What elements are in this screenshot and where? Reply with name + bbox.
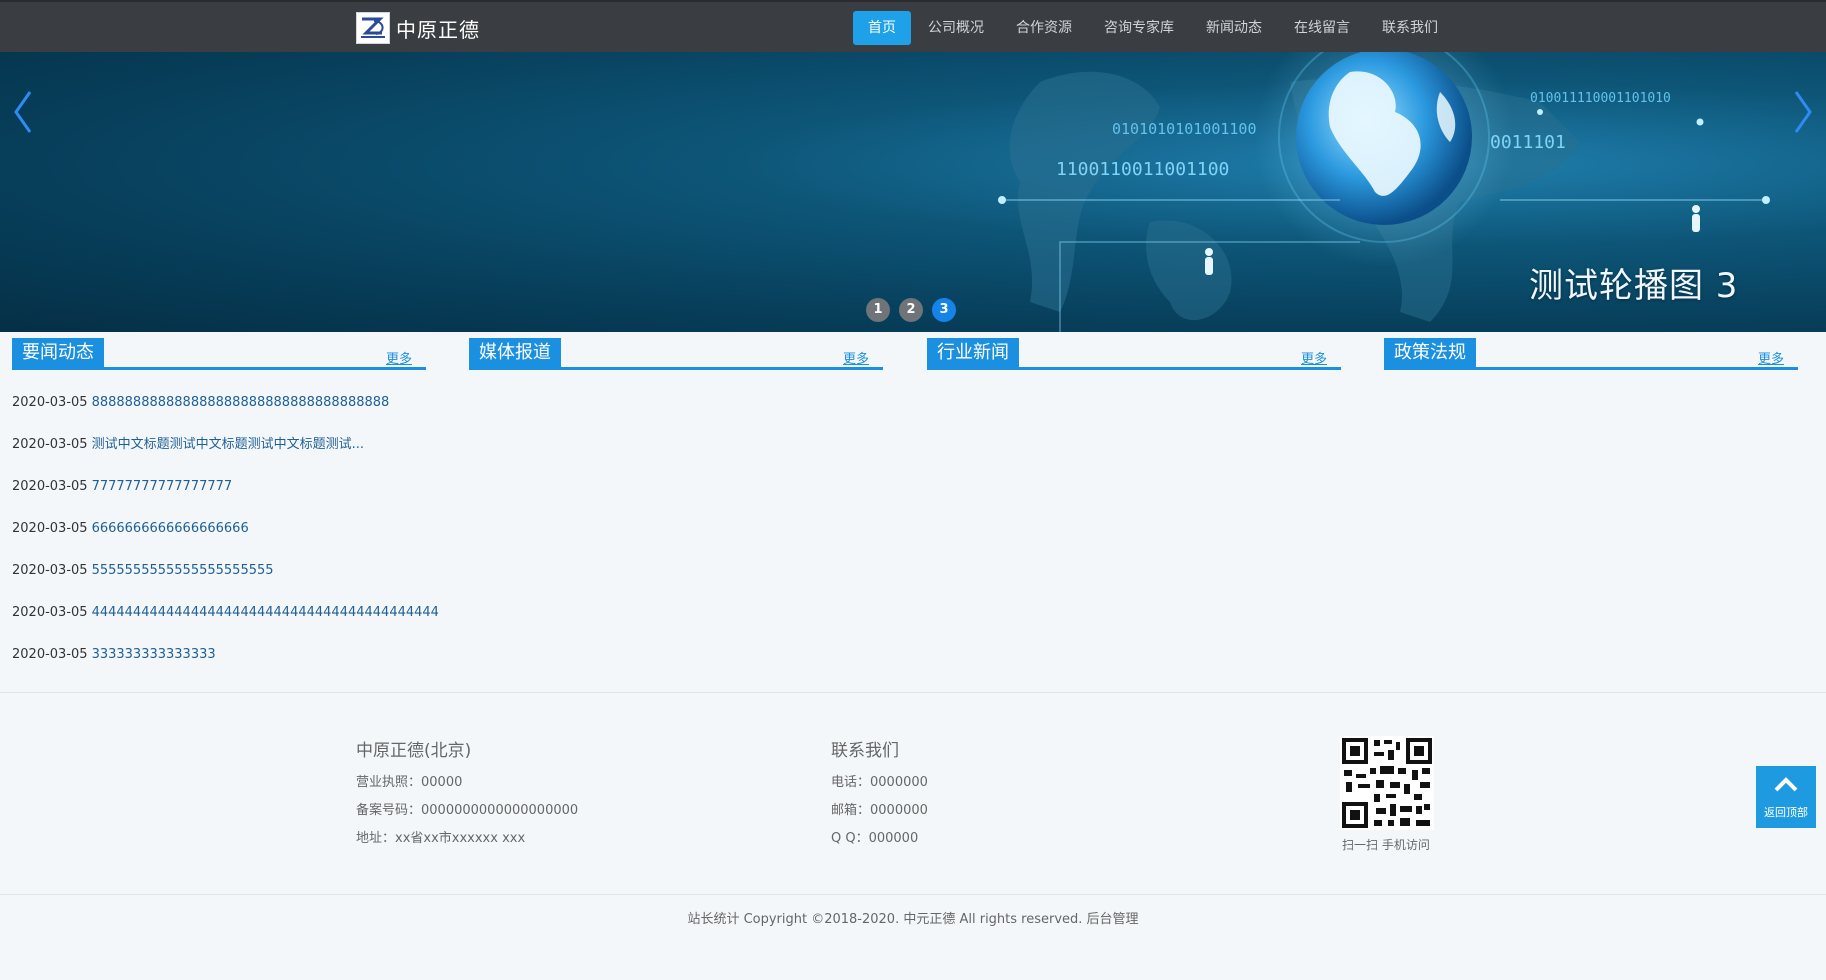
footer-qq: Q Q：000000 xyxy=(831,831,919,846)
news-item[interactable]: 2020-03-05 6666666666666666666 xyxy=(12,522,402,564)
column-header: 政策法规 更多 xyxy=(1384,338,1798,370)
binary-text-3: 010011110001101010 xyxy=(1530,91,1671,106)
footer-company-info: 中原正德(北京) 营业执照：00000 备案号码：000000000000000… xyxy=(356,736,578,857)
news-title-link[interactable]: 4444444444444444444444444444444444444444… xyxy=(92,605,439,620)
news-list: 2020-03-05 888888888888888888888888888888… xyxy=(12,396,439,690)
nav-item-expert-library[interactable]: 咨询专家库 xyxy=(1089,11,1189,45)
column-header: 行业新闻 更多 xyxy=(927,338,1341,370)
news-item[interactable]: 2020-03-05 测试中文标题测试中文标题测试中文标题测试... xyxy=(12,438,402,480)
nav-item-home[interactable]: 首页 xyxy=(853,11,911,45)
news-date: 2020-03-05 xyxy=(12,647,88,662)
news-item[interactable]: 2020-03-05 5555555555555555555555 xyxy=(12,564,402,606)
footer-company-title: 中原正德(北京) xyxy=(356,741,472,761)
nav-item-company-overview[interactable]: 公司概况 xyxy=(913,11,999,45)
nav-item-cooperation-resources[interactable]: 合作资源 xyxy=(1001,11,1087,45)
nav-item-news[interactable]: 新闻动态 xyxy=(1191,11,1277,45)
carousel-caption: 测试轮播图 3 xyxy=(1529,266,1739,306)
column-title: 媒体报道 xyxy=(469,338,561,367)
column-title: 行业新闻 xyxy=(927,338,1019,367)
qr-code-icon xyxy=(1340,736,1434,830)
carousel-dot-2[interactable]: 2 xyxy=(899,298,923,322)
footer-divider-bottom xyxy=(0,894,1826,895)
binary-text-2: 1100110011001100 xyxy=(1056,159,1229,180)
news-item[interactable]: 2020-03-05 444444444444444444444444444444… xyxy=(12,605,439,648)
column-policies: 政策法规 更多 xyxy=(1384,338,1798,370)
brand-name: 中原正德 xyxy=(396,17,480,42)
footer-contact-title: 联系我们 xyxy=(831,741,899,761)
news-item[interactable]: 2020-03-05 333333333333333 xyxy=(12,648,402,690)
footer-contact-info: 联系我们 电话：0000000 邮箱：0000000 Q Q：000000 xyxy=(831,736,928,857)
column-industry-news: 行业新闻 更多 xyxy=(927,338,1341,370)
news-title-link[interactable]: 6666666666666666666 xyxy=(92,521,249,536)
copyright-text: 站长统计 Copyright ©2018-2020. 中元正德 All righ… xyxy=(687,912,1139,927)
news-date: 2020-03-05 xyxy=(12,605,88,620)
carousel-pagination: 1 2 3 xyxy=(866,298,965,322)
back-to-top-button[interactable]: 返回顶部 xyxy=(1756,766,1816,828)
qr-caption: 扫一扫 手机访问 xyxy=(1342,838,1430,852)
news-date: 2020-03-05 xyxy=(12,563,88,578)
column-more-link[interactable]: 更多 xyxy=(386,348,412,367)
binary-text-4: 0011101 xyxy=(1490,132,1566,153)
logo-mark-icon xyxy=(356,12,390,44)
news-item[interactable]: 2020-03-05 888888888888888888888888888888… xyxy=(12,396,402,438)
news-date: 2020-03-05 xyxy=(12,437,88,452)
column-header: 要闻动态 更多 xyxy=(12,338,426,370)
footer-email: 邮箱：0000000 xyxy=(831,803,928,818)
footer-phone: 电话：0000000 xyxy=(831,775,928,790)
news-title-link[interactable]: 888888888888888888888888888888888888 xyxy=(92,395,390,410)
footer-divider-top xyxy=(0,692,1826,693)
footer-license: 营业执照：00000 xyxy=(356,775,463,790)
column-important-news: 要闻动态 更多 xyxy=(12,338,426,370)
column-more-link[interactable]: 更多 xyxy=(1758,348,1784,367)
carousel-next-arrow-icon[interactable] xyxy=(1782,70,1822,150)
chevron-up-icon xyxy=(1774,777,1798,792)
nav-item-online-message[interactable]: 在线留言 xyxy=(1279,11,1365,45)
carousel-dot-1[interactable]: 1 xyxy=(866,298,890,322)
news-date: 2020-03-05 xyxy=(12,395,88,410)
news-title-link[interactable]: 77777777777777777 xyxy=(92,479,233,494)
column-more-link[interactable]: 更多 xyxy=(1301,348,1327,367)
column-header: 媒体报道 更多 xyxy=(469,338,883,370)
carousel-dot-3[interactable]: 3 xyxy=(932,298,956,322)
site-logo[interactable]: 中原正德 xyxy=(356,12,480,44)
binary-text-1: 0101010101001100 xyxy=(1112,120,1257,138)
news-title-link[interactable]: 333333333333333 xyxy=(92,647,216,662)
footer-record-number: 备案号码：0000000000000000000 xyxy=(356,803,579,818)
news-date: 2020-03-05 xyxy=(12,521,88,536)
nav-item-contact-us[interactable]: 联系我们 xyxy=(1367,11,1453,45)
main-nav: 首页 公司概况 合作资源 咨询专家库 新闻动态 在线留言 联系我们 xyxy=(853,11,1455,45)
footer-address: 地址：xx省xx市xxxxxx xxx xyxy=(356,831,526,846)
top-navigation-bar: 中原正德 首页 公司概况 合作资源 咨询专家库 新闻动态 在线留言 联系我们 xyxy=(0,0,1826,52)
news-date: 2020-03-05 xyxy=(12,479,88,494)
hero-carousel[interactable]: 0101010101001100 1100110011001100 010011… xyxy=(0,52,1826,332)
news-title-link[interactable]: 测试中文标题测试中文标题测试中文标题测试... xyxy=(92,437,364,452)
column-more-link[interactable]: 更多 xyxy=(843,348,869,367)
column-media-reports: 媒体报道 更多 xyxy=(469,338,883,370)
news-title-link[interactable]: 5555555555555555555555 xyxy=(92,563,274,578)
back-to-top-label: 返回顶部 xyxy=(1764,806,1808,819)
news-item[interactable]: 2020-03-05 77777777777777777 xyxy=(12,480,402,522)
column-title: 政策法规 xyxy=(1384,338,1476,367)
carousel-prev-arrow-icon[interactable] xyxy=(4,70,44,150)
column-title: 要闻动态 xyxy=(12,338,104,367)
